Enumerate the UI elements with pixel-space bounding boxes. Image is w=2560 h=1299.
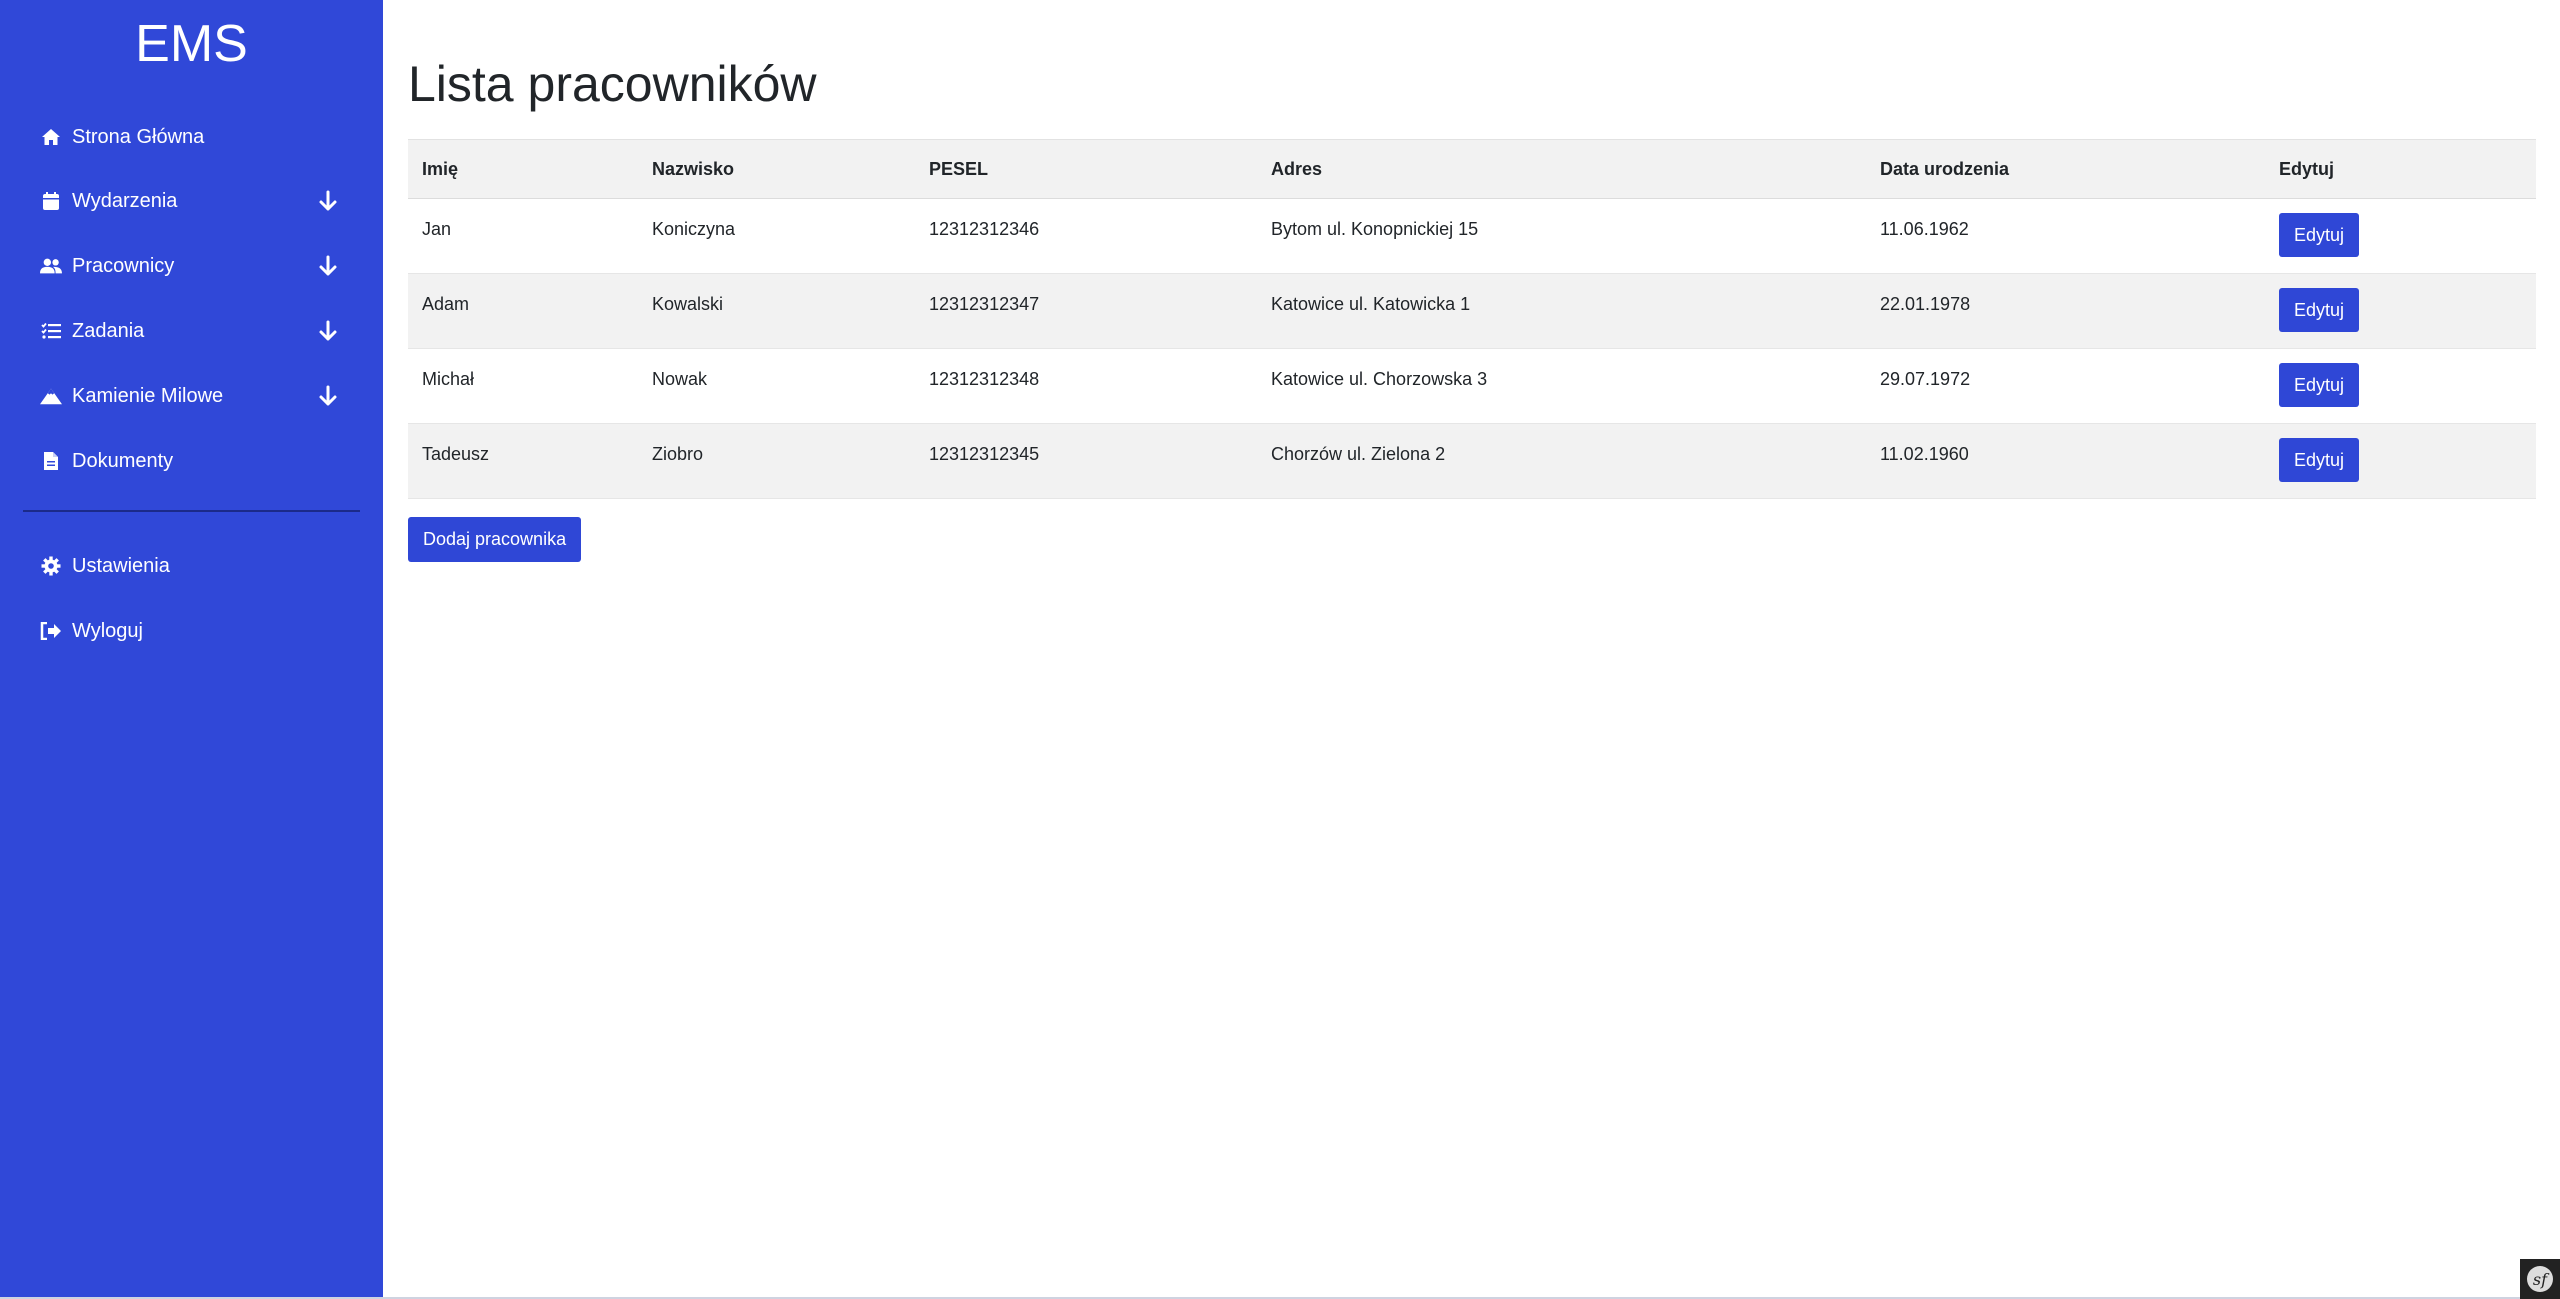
- sidebar-item-tasks[interactable]: Zadania: [40, 311, 340, 351]
- edit-button[interactable]: Edytuj: [2279, 363, 2360, 407]
- cell-edit: Edytuj: [2265, 423, 2536, 499]
- sidebar-item-documents[interactable]: Dokumenty: [40, 441, 340, 481]
- cell-pesel: 12312312346: [915, 198, 1257, 274]
- brand-logo[interactable]: EMS: [0, 12, 383, 76]
- cell-first-name: Jan: [408, 198, 638, 274]
- sidebar-item-employees[interactable]: Pracownicy: [40, 246, 340, 286]
- column-header-first-name: Imię: [408, 139, 638, 199]
- cell-birth-date: 11.06.1962: [1866, 198, 2265, 274]
- home-icon: [40, 126, 62, 148]
- logout-icon: [40, 620, 62, 642]
- table-row: Tadeusz Ziobro 12312312345 Chorzów ul. Z…: [408, 423, 2536, 499]
- table-row: Adam Kowalski 12312312347 Katowice ul. K…: [408, 273, 2536, 349]
- table-row: Jan Koniczyna 12312312346 Bytom ul. Kono…: [408, 198, 2536, 274]
- arrow-down-icon[interactable]: [316, 384, 340, 408]
- sidebar-item-label: Dokumenty: [72, 449, 174, 472]
- edit-button[interactable]: Edytuj: [2279, 438, 2360, 482]
- sidebar-item-label: Pracownicy: [72, 254, 175, 277]
- column-header-address: Adres: [1257, 139, 1866, 199]
- cell-first-name: Michał: [408, 348, 638, 424]
- sidebar-item-events[interactable]: Wydarzenia: [40, 181, 340, 221]
- sidebar-item-label: Wydarzenia: [72, 189, 178, 212]
- cell-edit: Edytuj: [2265, 348, 2536, 424]
- column-header-pesel: PESEL: [915, 139, 1257, 199]
- cell-edit: Edytuj: [2265, 198, 2536, 274]
- document-icon: [40, 450, 62, 472]
- gear-icon: [40, 555, 62, 577]
- cell-edit: Edytuj: [2265, 273, 2536, 349]
- column-header-birth-date: Data urodzenia: [1866, 139, 2265, 199]
- column-header-last-name: Nazwisko: [638, 139, 915, 199]
- cell-address: Chorzów ul. Zielona 2: [1257, 423, 1866, 499]
- cell-last-name: Kowalski: [638, 273, 915, 349]
- edit-button[interactable]: Edytuj: [2279, 288, 2360, 332]
- edit-button[interactable]: Edytuj: [2279, 213, 2360, 257]
- sidebar-item-label: Zadania: [72, 319, 145, 342]
- sidebar-item-label: Strona Główna: [72, 125, 205, 148]
- sidebar-item-label: Wyloguj: [72, 619, 143, 642]
- cell-birth-date: 29.07.1972: [1866, 348, 2265, 424]
- debug-toolbar-toggle[interactable]: sf: [2520, 1259, 2560, 1299]
- arrow-down-icon[interactable]: [316, 254, 340, 278]
- arrow-down-icon[interactable]: [316, 189, 340, 213]
- column-header-edit: Edytuj: [2265, 139, 2536, 199]
- page-title: Lista pracowników: [408, 56, 817, 112]
- table-header-row: Imię Nazwisko PESEL Adres Data urodzenia…: [408, 139, 2536, 199]
- symfony-logo-icon: sf: [2527, 1266, 2553, 1292]
- users-icon: [40, 255, 62, 277]
- cell-address: Bytom ul. Konopnickiej 15: [1257, 198, 1866, 274]
- cell-address: Katowice ul. Chorzowska 3: [1257, 348, 1866, 424]
- cell-address: Katowice ul. Katowicka 1: [1257, 273, 1866, 349]
- sidebar-item-logout[interactable]: Wyloguj: [40, 611, 340, 651]
- cell-first-name: Adam: [408, 273, 638, 349]
- sidebar-item-milestones[interactable]: Kamienie Milowe: [40, 376, 340, 416]
- cell-birth-date: 11.02.1960: [1866, 423, 2265, 499]
- cell-last-name: Koniczyna: [638, 198, 915, 274]
- cell-first-name: Tadeusz: [408, 423, 638, 499]
- sidebar-item-settings[interactable]: Ustawienia: [40, 546, 340, 586]
- cell-birth-date: 22.01.1978: [1866, 273, 2265, 349]
- cell-last-name: Ziobro: [638, 423, 915, 499]
- calendar-icon: [40, 190, 62, 212]
- list-icon: [40, 320, 62, 342]
- cell-pesel: 12312312348: [915, 348, 1257, 424]
- sidebar-divider: [23, 510, 360, 512]
- add-employee-button[interactable]: Dodaj pracownika: [408, 517, 582, 562]
- table-row: Michał Nowak 12312312348 Katowice ul. Ch…: [408, 348, 2536, 424]
- sidebar-item-label: Kamienie Milowe: [72, 384, 224, 407]
- sidebar: EMS Strona Główna Wydarzenia Pracownicy …: [0, 0, 383, 1299]
- cell-pesel: 12312312345: [915, 423, 1257, 499]
- sidebar-item-home[interactable]: Strona Główna: [40, 117, 340, 157]
- arrow-down-icon[interactable]: [316, 319, 340, 343]
- employees-table: Imię Nazwisko PESEL Adres Data urodzenia…: [408, 139, 2536, 499]
- mountain-icon: [40, 385, 62, 407]
- sidebar-item-label: Ustawienia: [72, 554, 170, 577]
- cell-pesel: 12312312347: [915, 273, 1257, 349]
- cell-last-name: Nowak: [638, 348, 915, 424]
